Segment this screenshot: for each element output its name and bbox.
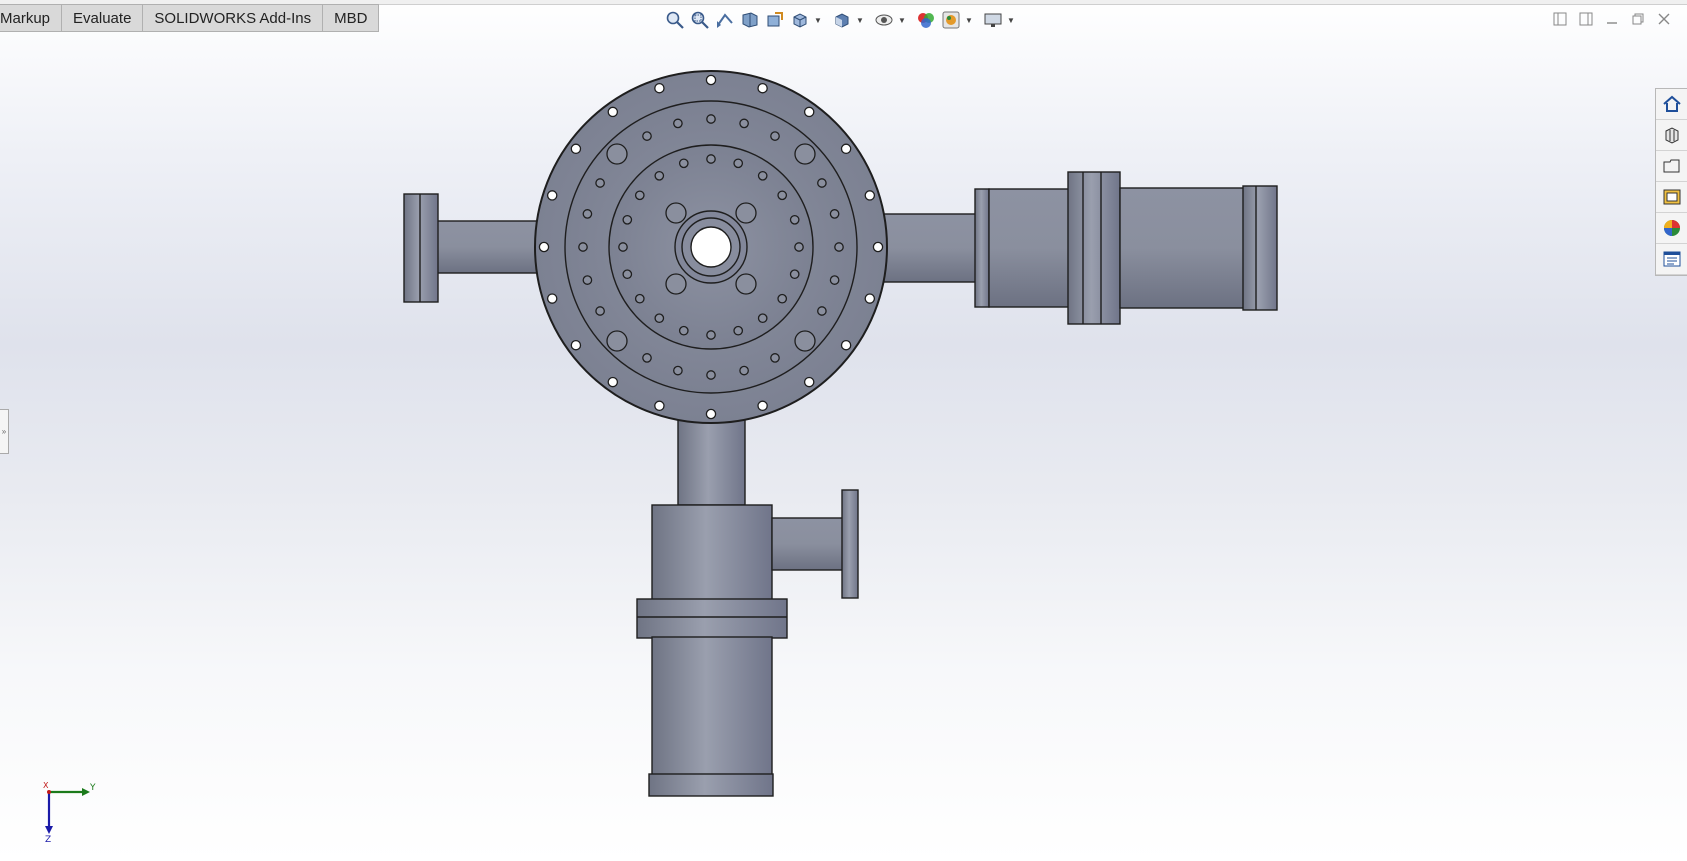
bolt-hole bbox=[789, 269, 800, 280]
bolt-hole bbox=[733, 325, 744, 336]
bolt-hole bbox=[794, 242, 804, 252]
triad-y-label: Y bbox=[89, 783, 96, 793]
bolt-hole bbox=[757, 82, 768, 94]
bottom-end-flange bbox=[648, 773, 774, 797]
triad-z-label: Z bbox=[45, 835, 51, 842]
bolt-hole bbox=[570, 143, 582, 155]
side-port-pipe bbox=[771, 517, 845, 571]
bolt-hole bbox=[803, 376, 815, 388]
cad-model-viewport[interactable] bbox=[0, 0, 1687, 861]
right-chamber bbox=[988, 188, 1070, 308]
bolt-hole bbox=[634, 293, 645, 304]
bolt-hole bbox=[757, 170, 768, 181]
bolt-hole bbox=[622, 214, 633, 225]
bolt-hole bbox=[546, 293, 558, 304]
bolt-hole bbox=[706, 114, 716, 124]
bolt-hole bbox=[607, 376, 619, 388]
triad-x-axis bbox=[47, 790, 51, 794]
bolt-hole bbox=[706, 330, 716, 340]
bolt-hole bbox=[654, 400, 665, 412]
bolt-hole bbox=[739, 365, 749, 376]
bolt-hole bbox=[757, 400, 768, 412]
bolt-hole bbox=[673, 365, 683, 376]
bolt-hole bbox=[642, 353, 652, 363]
alignment-hole bbox=[794, 330, 816, 352]
right-end-flange bbox=[1242, 185, 1278, 311]
bottom-mid-flange bbox=[636, 598, 788, 639]
bottom-cylinder bbox=[651, 636, 773, 776]
alignment-hole bbox=[735, 202, 757, 224]
alignment-hole bbox=[665, 202, 687, 224]
alignment-hole bbox=[665, 273, 687, 295]
bolt-hole bbox=[706, 154, 716, 164]
bolt-hole bbox=[538, 241, 550, 253]
bolt-hole bbox=[705, 408, 717, 420]
bolt-hole bbox=[622, 269, 633, 280]
bolt-hole bbox=[834, 242, 844, 252]
bolt-hole bbox=[546, 190, 558, 201]
bolt-hole bbox=[642, 131, 652, 141]
right-cylinder bbox=[1119, 187, 1245, 309]
bolt-hole bbox=[733, 158, 744, 169]
bolt-hole bbox=[678, 325, 689, 336]
bolt-hole bbox=[829, 209, 840, 219]
reference-triad: Y Z X bbox=[43, 782, 96, 842]
side-port-flange bbox=[841, 489, 859, 599]
bolt-hole bbox=[840, 339, 852, 351]
bolt-hole bbox=[864, 293, 876, 304]
bolt-hole bbox=[777, 190, 788, 201]
bottom-pipe bbox=[677, 412, 746, 506]
left-flange bbox=[403, 193, 439, 303]
bolt-hole bbox=[618, 242, 628, 252]
bolt-hole bbox=[634, 190, 645, 201]
bolt-hole bbox=[578, 242, 588, 252]
bolt-hole bbox=[817, 178, 827, 188]
alignment-hole bbox=[794, 143, 816, 165]
alignment-hole bbox=[606, 330, 628, 352]
bolt-hole bbox=[872, 241, 884, 253]
bolt-hole bbox=[582, 275, 593, 285]
bolt-hole bbox=[705, 74, 717, 86]
alignment-hole bbox=[735, 273, 757, 295]
center-bore bbox=[690, 226, 732, 268]
bolt-hole bbox=[570, 339, 582, 351]
bottom-chamber bbox=[651, 504, 773, 602]
right-reducer-flange bbox=[974, 188, 990, 308]
bolt-hole bbox=[829, 275, 840, 285]
bolt-hole bbox=[706, 370, 716, 380]
bolt-hole bbox=[673, 118, 683, 129]
bolt-hole bbox=[739, 118, 749, 129]
bolt-hole bbox=[607, 106, 619, 118]
alignment-hole bbox=[606, 143, 628, 165]
bolt-hole bbox=[777, 293, 788, 304]
bolt-hole bbox=[757, 313, 768, 324]
bolt-hole bbox=[770, 353, 780, 363]
bolt-hole bbox=[840, 143, 852, 155]
bolt-hole bbox=[678, 158, 689, 169]
bolt-hole bbox=[817, 306, 827, 316]
bolt-hole bbox=[803, 106, 815, 118]
bolt-hole bbox=[654, 170, 665, 181]
bolt-hole bbox=[770, 131, 780, 141]
bolt-hole bbox=[654, 313, 665, 324]
triad-x-label: X bbox=[43, 782, 49, 790]
bolt-hole bbox=[864, 190, 876, 201]
bolt-hole bbox=[595, 306, 605, 316]
bolt-hole bbox=[654, 82, 665, 94]
bolt-hole bbox=[582, 209, 593, 219]
bolt-hole bbox=[595, 178, 605, 188]
right-mid-flange bbox=[1067, 171, 1121, 325]
bolt-hole bbox=[789, 214, 800, 225]
